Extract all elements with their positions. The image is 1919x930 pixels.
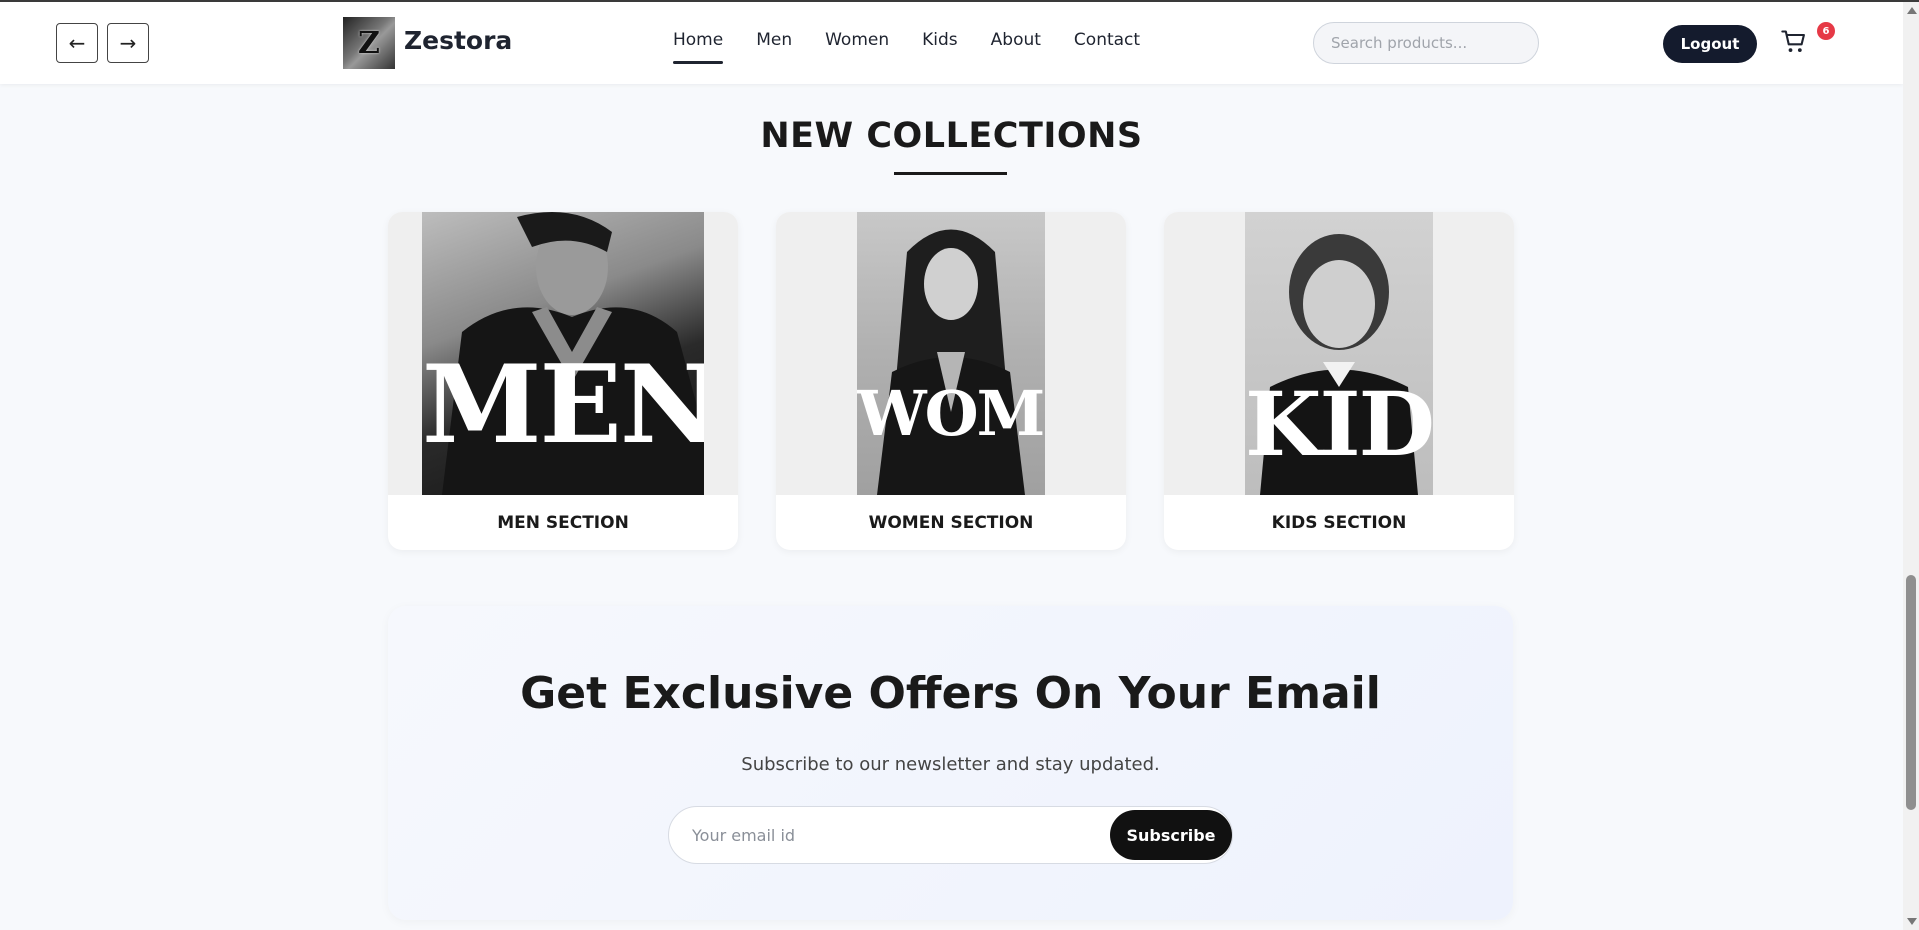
back-button[interactable]: ← (56, 23, 98, 63)
newsletter-subtitle: Subscribe to our newsletter and stay upd… (741, 754, 1160, 775)
cart-icon[interactable] (1780, 28, 1808, 56)
logout-button[interactable]: Logout (1663, 25, 1757, 63)
email-input[interactable] (669, 807, 1109, 863)
scroll-thumb[interactable] (1906, 575, 1916, 810)
scroll-up-icon[interactable] (1907, 7, 1917, 14)
cart-count-badge: 6 (1817, 22, 1835, 40)
arrow-left-icon: ← (68, 31, 86, 55)
forward-button[interactable]: → (107, 23, 149, 63)
kids-section-label[interactable]: KIDS SECTION (1164, 495, 1514, 550)
kids-collection-card[interactable]: KID KIDS SECTION (1164, 212, 1514, 550)
main-nav: Home Men Women Kids About Contact (673, 30, 1173, 64)
page-scrollbar[interactable] (1903, 2, 1919, 930)
site-header: ← → Z Zestora Home Men Women Kids About … (0, 2, 1903, 84)
collections-title: NEW COLLECTIONS (760, 116, 1143, 156)
card-media: WOMEN (776, 212, 1126, 495)
women-collection-image: WOMEN (857, 212, 1045, 495)
women-section-label[interactable]: WOMEN SECTION (776, 495, 1126, 550)
nav-about[interactable]: About (991, 30, 1041, 50)
kid-image-word: KID (1245, 372, 1433, 476)
subscribe-button[interactable]: Subscribe (1110, 810, 1232, 860)
nav-contact[interactable]: Contact (1074, 30, 1140, 50)
men-section-label[interactable]: MEN SECTION (388, 495, 738, 550)
men-image-word: MEN (422, 342, 704, 468)
women-image-word: WOMEN (857, 377, 1045, 450)
women-collection-card[interactable]: WOMEN WOMEN SECTION (776, 212, 1126, 550)
newsletter-section: Get Exclusive Offers On Your Email Subsc… (388, 606, 1513, 920)
kids-collection-image: KID (1245, 212, 1433, 495)
newsletter-title: Get Exclusive Offers On Your Email (520, 668, 1381, 719)
brand-name[interactable]: Zestora (404, 26, 512, 55)
arrow-right-icon: → (119, 31, 137, 55)
nav-men[interactable]: Men (756, 30, 792, 50)
nav-home[interactable]: Home (673, 30, 724, 64)
nav-women[interactable]: Women (825, 30, 889, 50)
newsletter-form: Subscribe (668, 806, 1233, 864)
search-input[interactable] (1313, 22, 1539, 64)
nav-kids[interactable]: Kids (922, 30, 958, 50)
brand-logo[interactable]: Z (343, 17, 395, 69)
card-media: KID (1164, 212, 1514, 495)
scroll-down-icon[interactable] (1907, 918, 1917, 925)
men-collection-image: MEN (422, 212, 704, 495)
card-media: MEN (388, 212, 738, 495)
women-figure (877, 229, 1025, 495)
men-collection-card[interactable]: MEN MEN SECTION (388, 212, 738, 550)
logo-letter: Z (358, 25, 380, 61)
title-underline (894, 172, 1007, 175)
